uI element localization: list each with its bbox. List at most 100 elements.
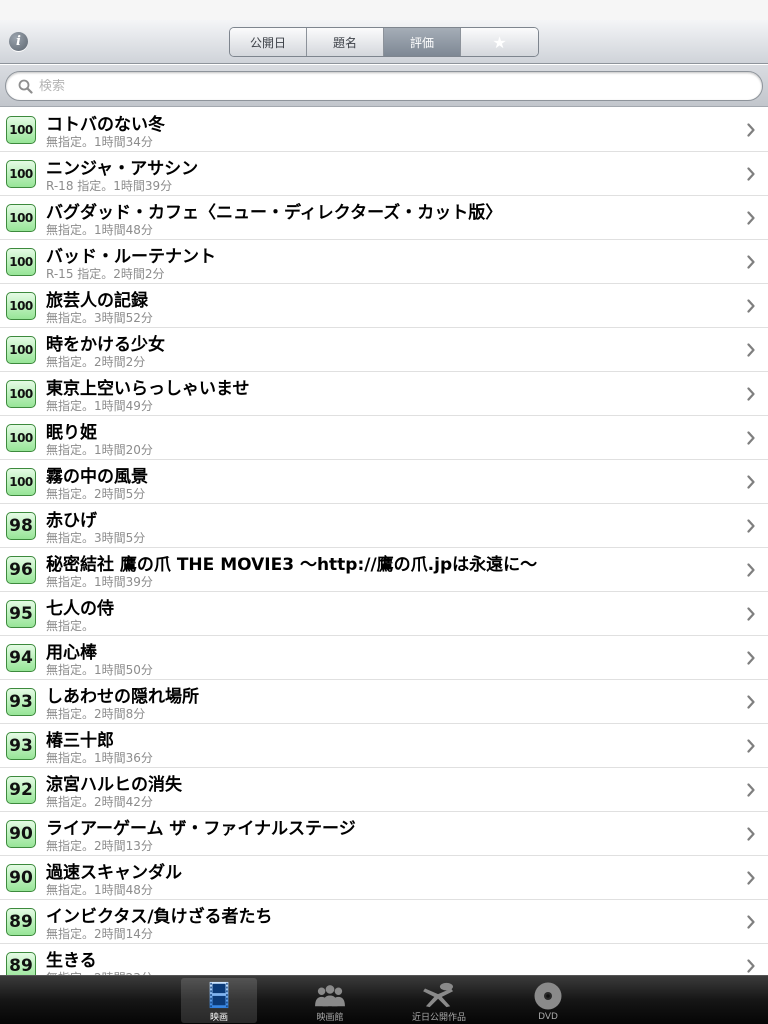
- list-item[interactable]: 90 過速スキャンダル 無指定。1時間48分: [0, 856, 768, 900]
- score-badge: 98: [6, 512, 36, 540]
- list-item[interactable]: 89生きる無指定。2時間23分: [0, 944, 768, 975]
- movie-details: 無指定。1時間48分: [46, 223, 153, 237]
- movie-title: 過速スキャンダル: [46, 863, 182, 883]
- segment-release-date[interactable]: 公開日: [230, 28, 307, 56]
- chevron-right-icon: [747, 299, 755, 313]
- list-item[interactable]: 89 インビクタス/負けざる者たち 無指定。2時間14分: [0, 900, 768, 944]
- star-icon: ★: [492, 32, 507, 52]
- score-badge: 100: [6, 160, 36, 188]
- list-item[interactable]: 90 ライアーゲーム ザ・ファイナルステージ 無指定。2時間13分: [0, 812, 768, 856]
- sort-segmented-control: 公開日 題名 評価 ★: [229, 27, 539, 57]
- list-item[interactable]: 100 バグダッド・カフェ〈ニュー・ディレクターズ・カット版〉 無指定。1時間48分: [0, 196, 768, 240]
- chevron-right-icon: [747, 607, 755, 621]
- movie-title: 生きる: [46, 951, 97, 971]
- list-item[interactable]: 100 眠り姫 無指定。1時間20分: [0, 416, 768, 460]
- list-item[interactable]: 100 バッド・ルーテナント R-15 指定。2時間2分: [0, 240, 768, 284]
- tab-label: 映画: [209, 1013, 228, 1023]
- tab-bar: 映画 映画館 近日公開作品 DVD: [0, 975, 768, 1024]
- chevron-right-icon: [747, 915, 755, 929]
- movie-details: 無指定。3時間52分: [46, 311, 153, 325]
- movie-details: 無指定。1時間49分: [46, 399, 153, 413]
- search-icon: [18, 79, 33, 94]
- chevron-right-icon: [747, 387, 755, 401]
- list-item[interactable]: 93 しあわせの隠れ場所 無指定。2時間8分: [0, 680, 768, 724]
- list-item[interactable]: 100 霧の中の風景 無指定。2時間5分: [0, 460, 768, 504]
- movie-details: 無指定。2時間5分: [46, 487, 146, 501]
- score-badge: 100: [6, 116, 36, 144]
- chevron-right-icon: [747, 651, 755, 665]
- movie-title: 用心棒: [46, 643, 97, 663]
- movie-title: ライアーゲーム ザ・ファイナルステージ: [46, 819, 356, 839]
- search-field[interactable]: [5, 71, 763, 101]
- chevron-right-icon: [747, 123, 755, 137]
- info-icon[interactable]: i: [9, 32, 28, 51]
- movie-title: インビクタス/負けざる者たち: [46, 907, 273, 927]
- tab-upcoming[interactable]: 近日公開作品: [401, 978, 477, 1023]
- segment-title[interactable]: 題名: [307, 28, 384, 56]
- score-badge: 100: [6, 468, 36, 496]
- score-badge: 93: [6, 688, 36, 716]
- chevron-right-icon: [747, 959, 755, 973]
- movie-details: 無指定。1時間36分: [46, 751, 153, 765]
- list-item[interactable]: 100 時をかける少女 無指定。2時間2分: [0, 328, 768, 372]
- movie-list: 100 コトバのない冬 無指定。1時間34分 100 ニンジャ・アサシン R-18 指定。…: [0, 108, 768, 975]
- movie-title: 赤ひげ: [46, 511, 97, 531]
- list-item[interactable]: 93 椿三十郎 無指定。1時間36分: [0, 724, 768, 768]
- list-item[interactable]: 92 涼宮ハルヒの消失 無指定。2時間42分: [0, 768, 768, 812]
- movie-details: 無指定。1時間50分: [46, 663, 153, 677]
- chevron-right-icon: [747, 167, 755, 181]
- movie-title: 秘密結社 鷹の爪 THE MOVIE3 〜http://鷹の爪.jpは永遠に〜: [46, 555, 538, 575]
- movie-details: 無指定。1時間20分: [46, 443, 153, 457]
- film-icon: [209, 981, 229, 1009]
- search-bar: [0, 65, 768, 107]
- movie-title: 眠り姫: [46, 423, 97, 443]
- movie-title: 旅芸人の記録: [46, 291, 148, 311]
- search-input[interactable]: [39, 78, 739, 94]
- chevron-right-icon: [747, 563, 755, 577]
- chevron-right-icon: [747, 871, 755, 885]
- chevron-right-icon: [747, 695, 755, 709]
- list-item[interactable]: 100 東京上空いらっしゃいませ 無指定。1時間49分: [0, 372, 768, 416]
- list-item[interactable]: 94 用心棒 無指定。1時間50分: [0, 636, 768, 680]
- score-badge: 90: [6, 820, 36, 848]
- chevron-right-icon: [747, 343, 755, 357]
- segment-rating[interactable]: 評価: [384, 28, 461, 56]
- score-badge: 100: [6, 204, 36, 232]
- tab-theaters[interactable]: 映画館: [292, 978, 368, 1023]
- list-item[interactable]: 100 ニンジャ・アサシン R-18 指定。1時間39分: [0, 152, 768, 196]
- list-item[interactable]: 96 秘密結社 鷹の爪 THE MOVIE3 〜http://鷹の爪.jpは永遠に…: [0, 548, 768, 592]
- movie-title: バッド・ルーテナント: [46, 247, 216, 267]
- movie-title: 霧の中の風景: [46, 467, 148, 487]
- score-badge: 100: [6, 336, 36, 364]
- movie-title: コトバのない冬: [46, 115, 165, 135]
- movie-details: 無指定。2時間14分: [46, 927, 153, 941]
- score-badge: 93: [6, 732, 36, 760]
- chevron-right-icon: [747, 827, 755, 841]
- segment-favorites[interactable]: ★: [461, 28, 538, 56]
- list-item[interactable]: 100 旅芸人の記録 無指定。3時間52分: [0, 284, 768, 328]
- movie-details: 無指定。: [46, 619, 95, 633]
- movie-title: ニンジャ・アサシン: [46, 159, 199, 179]
- movie-details: 無指定。1時間48分: [46, 883, 153, 897]
- score-badge: 95: [6, 600, 36, 628]
- chevron-right-icon: [747, 475, 755, 489]
- score-badge: 100: [6, 248, 36, 276]
- list-item[interactable]: 95 七人の侍 無指定。: [0, 592, 768, 636]
- movie-title: 椿三十郎: [46, 731, 114, 751]
- movie-details: 無指定。2時間42分: [46, 795, 153, 809]
- tab-movies[interactable]: 映画: [181, 978, 257, 1023]
- disc-icon: [534, 982, 562, 1010]
- chevron-right-icon: [747, 211, 755, 225]
- chevron-right-icon: [747, 783, 755, 797]
- navigation-bar: i 公開日 題名 評価 ★: [0, 20, 768, 64]
- movie-title: 涼宮ハルヒの消失: [46, 775, 182, 795]
- score-badge: 89: [6, 908, 36, 936]
- score-badge: 100: [6, 380, 36, 408]
- theater-people-icon: [315, 985, 345, 1007]
- score-badge: 92: [6, 776, 36, 804]
- status-bar: [0, 0, 768, 20]
- list-item[interactable]: 100 コトバのない冬 無指定。1時間34分: [0, 108, 768, 152]
- movie-details: 無指定。1時間39分: [46, 575, 153, 589]
- tab-dvd[interactable]: DVD: [510, 978, 586, 1023]
- list-item[interactable]: 98 赤ひげ 無指定。3時間5分: [0, 504, 768, 548]
